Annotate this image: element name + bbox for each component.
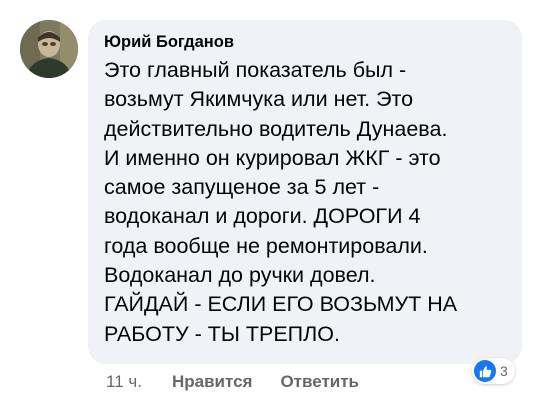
comment-line: самое запущеное за 5 лет -	[104, 175, 380, 200]
comment-line: РАБОТУ - ТЫ ТРЕПЛО.	[104, 321, 340, 346]
avatar[interactable]	[20, 20, 78, 78]
comment-line: Это главный показатель был -	[104, 58, 407, 82]
like-icon	[474, 360, 496, 382]
comment-bubble: Юрий Богданов Это главный показатель был…	[88, 20, 522, 364]
reply-button[interactable]: Ответить	[280, 371, 359, 393]
comment-text: Это главный показатель был - возьмут Яки…	[104, 56, 508, 349]
reaction-count: 3	[500, 363, 508, 379]
comment-line: водоканал и дороги. ДОРОГИ 4	[104, 204, 421, 229]
comment-actions: 11 ч. Нравится Ответить	[106, 371, 387, 393]
comment-line: возьмут Якимчука или нет. Это	[104, 87, 414, 112]
comment-line: И именно он курировал ЖКГ - это	[104, 145, 441, 170]
timestamp[interactable]: 11 ч.	[106, 371, 142, 393]
reaction-summary[interactable]: 3	[472, 358, 515, 384]
like-button[interactable]: Нравится	[172, 371, 253, 393]
comment-line: Водоканал до ручки довел.	[104, 263, 376, 288]
comment-line: действительно водитель Дунаева.	[104, 116, 448, 141]
comment-line: ГАЙДАЙ - ЕСЛИ ЕГО ВОЗЬМУТ НА	[104, 292, 458, 317]
comment-line: года вообще не ремонтировали.	[104, 233, 428, 258]
comment-author[interactable]: Юрий Богданов	[104, 32, 508, 52]
